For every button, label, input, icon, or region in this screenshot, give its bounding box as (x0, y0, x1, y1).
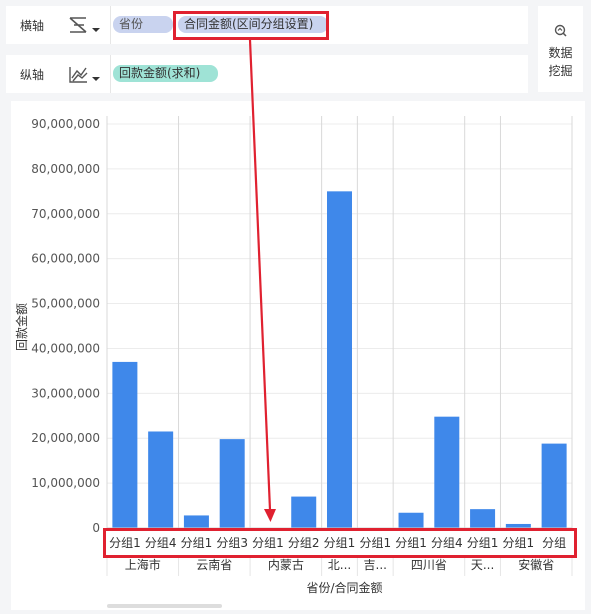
bar-chart-type-icon[interactable] (68, 16, 104, 36)
bar (434, 416, 460, 528)
y-tick-label: 40,000,000 (31, 341, 100, 355)
data-mining-label-line2: 挖掘 (548, 64, 573, 78)
y-tick-label: 0 (92, 521, 100, 535)
x-group-label: 内蒙古 (268, 557, 304, 572)
x-field-province[interactable]: 省份 (113, 16, 173, 33)
bar (470, 509, 496, 528)
y-tick-label: 80,000,000 (31, 162, 100, 176)
bar (148, 431, 174, 528)
y-axis-row: 纵轴 回款金额(求和) (6, 55, 528, 93)
x-group-label: 天... (471, 558, 494, 572)
y-tick-label: 10,000,000 (31, 476, 100, 490)
x-group-label: 安徽省 (518, 557, 554, 572)
data-mining-label-line1: 数据 (548, 46, 573, 60)
y-tick-label: 20,000,000 (31, 431, 100, 445)
bar (112, 361, 138, 528)
y-axis-title: 回款金额 (14, 303, 29, 351)
x-axis-label: 横轴 (20, 19, 45, 33)
x-group-label: 云南省 (196, 557, 232, 572)
y-tick-label: 30,000,000 (31, 386, 100, 400)
y-tick-label: 90,000,000 (31, 117, 100, 131)
bar (219, 439, 245, 528)
data-mining-label: 数据 挖掘 (538, 44, 583, 80)
horizontal-scrollbar[interactable] (107, 604, 222, 608)
data-mining-button[interactable]: 数据 挖掘 (538, 6, 583, 92)
x-axis-title: 省份/合同金额 (306, 580, 382, 595)
y-axis-label: 纵轴 (20, 68, 45, 82)
line-chart-type-icon[interactable] (68, 65, 104, 85)
x-axis-divider (110, 6, 111, 44)
bar (291, 496, 317, 528)
highlight-interval-field (173, 11, 329, 40)
y-tick-label: 70,000,000 (31, 207, 100, 221)
y-field-payment-sum[interactable]: 回款金额(求和) (113, 65, 218, 82)
x-group-label: 四川省 (411, 558, 447, 572)
bar (398, 512, 424, 528)
highlight-group-labels (103, 528, 577, 558)
x-group-label: 上海市 (125, 557, 161, 572)
bar (327, 191, 352, 528)
bar (183, 515, 209, 528)
y-tick-label: 60,000,000 (31, 252, 100, 266)
y-tick-label: 50,000,000 (31, 297, 100, 311)
y-axis-divider (110, 55, 111, 93)
x-group-label: 吉... (364, 558, 387, 572)
data-mining-icon (554, 24, 567, 37)
bar (541, 443, 567, 528)
x-group-label: 北... (328, 558, 351, 572)
